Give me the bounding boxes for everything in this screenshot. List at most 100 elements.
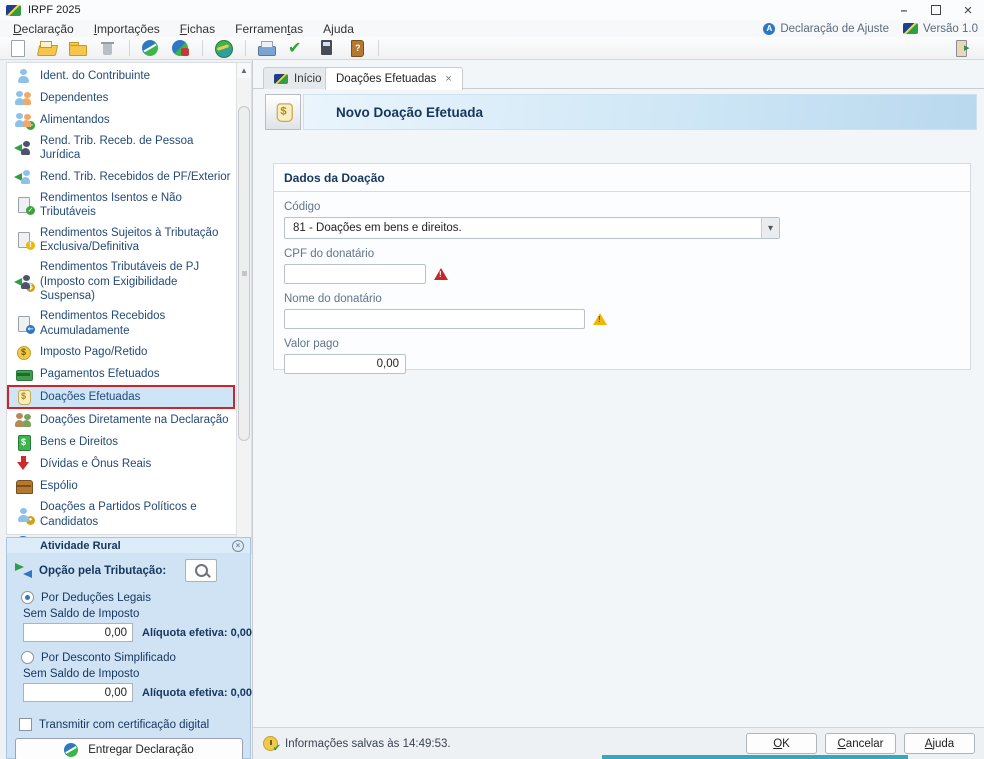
sidebar-item-ident-do-contribuinte[interactable]: Ident. do Contribuinte [7,65,235,87]
minimize-button[interactable] [888,0,920,20]
sidebar-item-doacoes-a-partidos-politicos-e-candidatos[interactable]: •Doações a Partidos Políticos e Candidat… [7,497,235,532]
rural-close-icon[interactable]: × [232,540,244,552]
tab-inicio[interactable]: Início [263,67,333,89]
saldo-label: Sem Saldo de Imposto [21,607,242,622]
aliquota-label: Alíquota efetiva: 0,00% [142,687,262,699]
codigo-select[interactable]: 81 - Doações em bens e direitos. [284,217,780,239]
sidebar-item-label: Imposto Pago/Retido [40,345,231,359]
sidebar-item-dividas-e-onus-reais[interactable]: Dívidas e Ônus Reais [7,453,235,475]
ajuda-button[interactable]: Ajuda [904,733,975,754]
sidebar-item-label: Rendimentos Sujeitos à Tributação Exclus… [40,226,231,255]
sidebar: Ident. do ContribuinteDependentes+Alimen… [6,62,251,535]
sidebar-item-label: Dívidas e Ônus Reais [40,457,231,471]
money-bag-icon [15,389,32,405]
new-declaration-button[interactable] [6,38,30,58]
cpf-field: CPF do donatário [274,239,970,284]
calculator-button[interactable] [315,38,339,58]
cancelar-button[interactable]: Cancelar [825,733,896,754]
sidebar-item-rend-trib-receb-de-pessoa-juridica[interactable]: Rend. Trib. Receb. de Pessoa Jurídica [7,131,235,166]
sidebar-item-label: Rendimentos Recebidos Acumuladamente [40,309,231,338]
sidebar-item-label: Rendimentos Isentos e Não Tributáveis [40,191,231,220]
help-book-button[interactable] [345,38,369,58]
saldo-input[interactable] [23,623,133,642]
swirl-icon [139,38,163,58]
banner-icon-box [265,94,301,130]
doc-warn-icon: ! [15,232,32,248]
menu-fichas[interactable]: Fichas [171,21,224,37]
cert-digital-row[interactable]: Transmitir com certificação digital [7,704,250,735]
menu-importacoes[interactable]: Importações [85,21,169,37]
open-declaration-button[interactable] [36,38,60,58]
version-info: Versão 1.0 [903,23,978,35]
menu-declaracao[interactable]: Declaração [4,21,83,37]
toolbar-separator [245,40,246,56]
delete-button[interactable] [96,38,120,58]
ok-button[interactable]: OK [746,733,817,754]
persons-plus-icon: + [15,112,32,128]
tab-close-icon[interactable]: × [445,73,451,85]
sidebar-item-rend-trib-recebidos-de-pf-exterior[interactable]: Rend. Trib. Recebidos de PF/Exterior [7,166,235,188]
sidebar-item-doacoes-efetuadas[interactable]: Doações Efetuadas [7,385,235,409]
folder-button[interactable] [66,38,90,58]
sidebar-item-label: Rend. Trib. Receb. de Pessoa Jurídica [40,134,231,163]
cert-digital-checkbox[interactable] [19,718,32,731]
chest-icon [15,478,32,494]
version-label: Versão 1.0 [923,23,978,35]
version-logo-icon [903,23,918,34]
app-logo-icon [6,5,21,16]
radio-por-desconto-simplificado[interactable]: Por Desconto Simplificado [21,648,242,667]
menu-ajuda[interactable]: Ajuda [314,21,363,37]
sidebar-item-label: Doações Diretamente na Declaração [40,413,231,427]
menu-ferramentas[interactable]: Ferramentas [226,21,312,37]
scroll-up-icon[interactable]: ▲ [237,63,251,78]
tab-doacoes-efetuadas[interactable]: Doações Efetuadas × [325,67,463,90]
sidebar-item-doacoes-diretamente-na-declaracao[interactable]: Doações Diretamente na Declaração [7,409,235,431]
sidebar-item-espolio[interactable]: Espólio [7,475,235,497]
exit-button[interactable] [952,38,976,58]
alert-warning-icon [593,313,607,325]
codigo-label: Código [284,192,970,217]
sidebar-scrollbar[interactable]: ▲ ▼ [236,62,252,554]
sidebar-item-bens-e-direitos[interactable]: Bens e Direitos [7,431,235,453]
radio-por-deducoes-legais[interactable]: Por Deduções Legais [21,588,242,607]
opcao-tributacao-row: Opção pela Tributação: [7,553,250,584]
codigo-field: Código 81 - Doações em bens e direitos. [274,192,970,239]
rural-option-por-desconto-simplificado: Por Desconto SimplificadoSem Saldo de Im… [7,644,250,704]
title-bar: IRPF 2025 [0,0,984,20]
cpf-input[interactable] [284,264,426,284]
chevron-down-icon[interactable] [761,218,779,238]
radio-icon[interactable] [21,591,34,604]
sidebar-item-alimentandos[interactable]: +Alimentandos [7,109,235,131]
ajuste-badge-icon: A [763,23,775,35]
import-receita-button[interactable] [139,38,163,58]
entregar-declaracao-button[interactable]: Entregar Declaração [15,738,243,759]
valor-input[interactable] [284,354,406,374]
sidebar-item-rendimentos-recebidos-acumuladamente[interactable]: ← Rendimentos Recebidos Acumuladamente [7,306,235,341]
sidebar-item-label: Rendimentos Tributáveis de PJ (Imposto c… [40,260,231,303]
doc-blue-icon: ← [15,316,32,332]
nome-input[interactable] [284,309,585,329]
verify-check-button[interactable] [285,38,309,58]
sidebar-item-pagamentos-efetuados[interactable]: Pagamentos Efetuados [7,363,235,385]
trash-icon [96,38,120,58]
sidebar-item-imposto-pago-retido[interactable]: Imposto Pago/Retido [7,341,235,363]
sidebar-item-rendimentos-isentos-e-nao-tributaveis[interactable]: ✓Rendimentos Isentos e Não Tributáveis [7,188,235,223]
sidebar-item-rendimentos-tributaveis-de-pj-imposto-com-exigibilidade-suspensa[interactable]: $Rendimentos Tributáveis de PJ (Imposto … [7,257,235,306]
error-warning-icon [434,268,448,280]
declaration-type-label: Declaração de Ajuste [780,23,889,35]
saldo-input[interactable] [23,683,133,702]
sidebar-item-rendimentos-sujeitos-a-tributacao-exclusiva-definitiva[interactable]: ! Rendimentos Sujeitos à Tributação Exclu… [7,223,235,258]
maximize-button[interactable] [920,0,952,20]
sidebar-item-dependentes[interactable]: Dependentes [7,87,235,109]
radio-label: Por Deduções Legais [41,592,151,604]
print-button[interactable] [255,38,279,58]
toolbar [0,37,984,60]
tab-label: Doações Efetuadas [336,73,436,85]
arrow-person-dark-icon [15,140,32,156]
scroll-thumb[interactable] [238,106,250,441]
close-button[interactable] [952,0,984,20]
import-certificate-button[interactable] [169,38,193,58]
transmit-globe-button[interactable] [212,38,236,58]
rural-search-button[interactable] [185,559,217,582]
radio-icon[interactable] [21,651,34,664]
